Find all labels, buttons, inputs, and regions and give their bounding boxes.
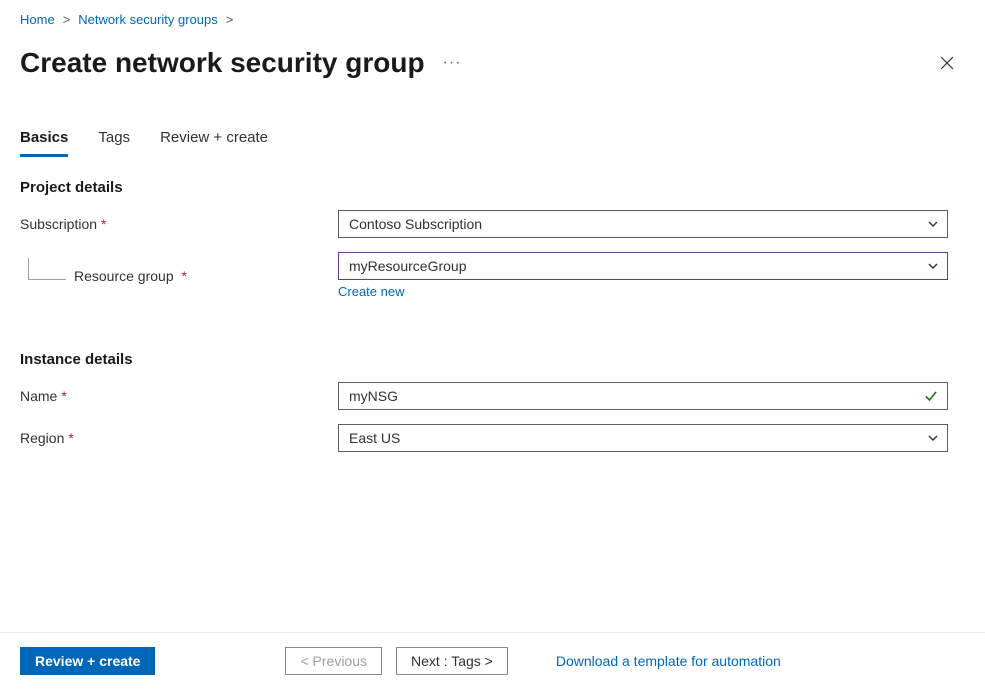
tab-tags[interactable]: Tags: [98, 129, 130, 157]
create-new-link[interactable]: Create new: [338, 284, 404, 299]
footer-bar: Review + create < Previous Next : Tags >…: [0, 632, 985, 689]
more-actions-button[interactable]: ···: [443, 54, 462, 72]
close-icon: [939, 55, 955, 71]
section-instance-details: Instance details: [20, 351, 965, 368]
section-project-details: Project details: [20, 179, 965, 196]
label-subscription: Subscription: [20, 216, 97, 232]
row-name: Name * myNSG: [20, 382, 965, 410]
page-title: Create network security group: [20, 47, 425, 79]
required-indicator: *: [61, 388, 66, 404]
breadcrumb-nsg[interactable]: Network security groups: [78, 12, 217, 27]
subscription-value: Contoso Subscription: [349, 216, 482, 232]
chevron-down-icon: [927, 218, 939, 230]
close-button[interactable]: [935, 51, 959, 75]
tabs: Basics Tags Review + create: [20, 129, 965, 157]
download-template-link[interactable]: Download a template for automation: [556, 653, 781, 669]
label-region: Region: [20, 430, 64, 446]
previous-button[interactable]: < Previous: [285, 647, 382, 675]
review-create-button[interactable]: Review + create: [20, 647, 155, 675]
required-indicator: *: [101, 216, 106, 232]
region-value: East US: [349, 430, 400, 446]
tab-basics[interactable]: Basics: [20, 129, 68, 157]
row-region: Region * East US: [20, 424, 965, 452]
chevron-down-icon: [927, 260, 939, 272]
resource-group-select[interactable]: myResourceGroup: [338, 252, 948, 280]
next-button[interactable]: Next : Tags >: [396, 647, 508, 675]
tree-connector-icon: [28, 258, 66, 280]
breadcrumb: Home > Network security groups >: [20, 12, 965, 27]
required-indicator: *: [182, 268, 187, 284]
label-resource-group: Resource group: [74, 268, 174, 284]
row-subscription: Subscription * Contoso Subscription: [20, 210, 965, 238]
title-row: Create network security group ···: [20, 47, 965, 79]
chevron-right-icon: >: [226, 12, 234, 27]
required-indicator: *: [68, 430, 73, 446]
chevron-down-icon: [927, 432, 939, 444]
checkmark-icon: [923, 388, 939, 404]
subscription-select[interactable]: Contoso Subscription: [338, 210, 948, 238]
resource-group-value: myResourceGroup: [349, 258, 467, 274]
region-select[interactable]: East US: [338, 424, 948, 452]
row-resource-group: Resource group * myResourceGroup Create …: [20, 252, 965, 299]
label-name: Name: [20, 388, 57, 404]
chevron-right-icon: >: [63, 12, 71, 27]
name-input[interactable]: myNSG: [338, 382, 948, 410]
tab-review[interactable]: Review + create: [160, 129, 268, 157]
breadcrumb-home[interactable]: Home: [20, 12, 55, 27]
name-value: myNSG: [349, 388, 398, 404]
